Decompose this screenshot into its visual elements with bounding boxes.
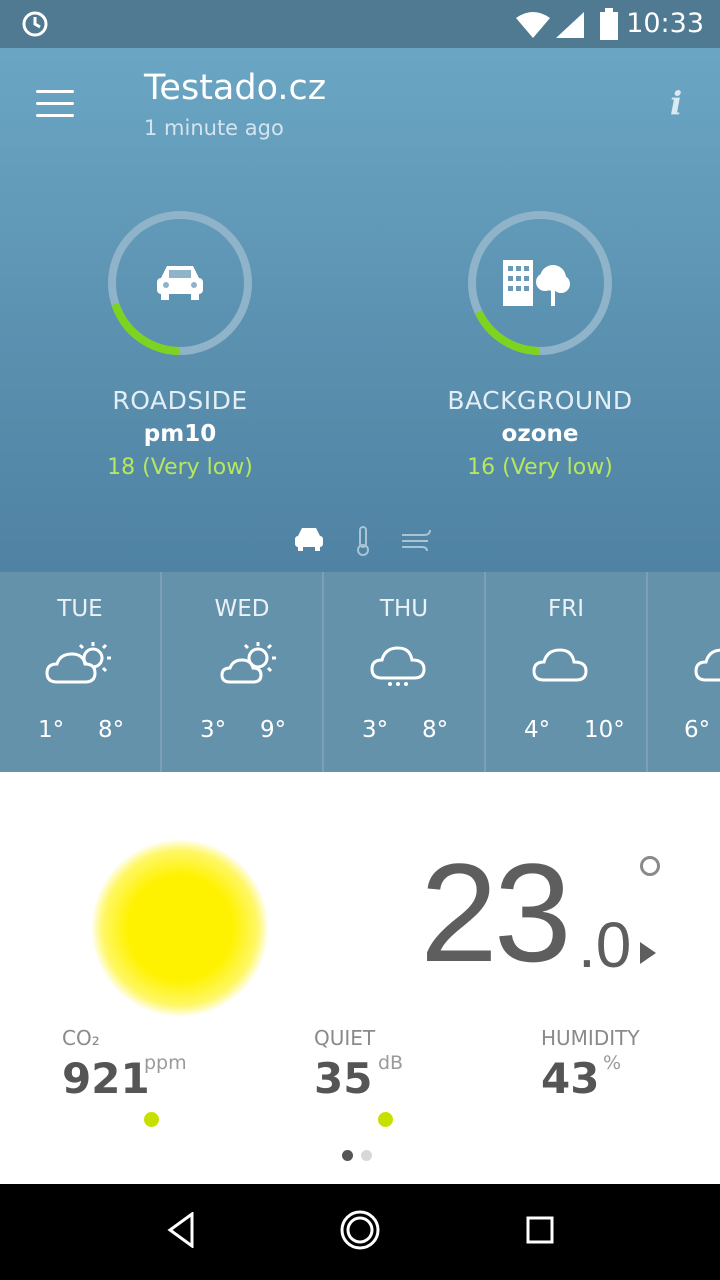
gauge-level: 16 (Very low) — [467, 455, 613, 480]
wind-icon[interactable] — [400, 526, 434, 556]
forecast-day[interactable]: FRI 4° 10° — [486, 572, 648, 772]
partly-sunny-icon — [220, 640, 282, 692]
metric-label: CO₂ — [62, 1026, 100, 1050]
metric-label: QUIET — [314, 1026, 376, 1050]
recents-icon[interactable] — [526, 1216, 554, 1248]
day-name: THU — [379, 596, 429, 622]
low-temp: 4° — [524, 717, 551, 743]
clock-time: 10:33 — [626, 8, 704, 39]
car-icon — [157, 266, 203, 300]
metric-label: HUMIDITY — [541, 1026, 640, 1050]
navigation-bar — [0, 1184, 720, 1280]
humidity-metric[interactable]: HUMIDITY 43 % — [541, 1026, 640, 1103]
cloudy-icon — [532, 640, 592, 692]
forecast-day[interactable]: WED 3° 9° — [162, 572, 324, 772]
day-name: FRI — [548, 596, 584, 622]
low-temp: 3° — [362, 717, 389, 743]
gauge-category: BACKGROUND — [447, 386, 633, 415]
page-indicator — [342, 1146, 380, 1165]
metric-value: 921 — [62, 1054, 150, 1103]
noise-metric[interactable]: QUIET 35 dB — [314, 1026, 403, 1127]
roadside-ring — [108, 211, 252, 355]
cloudy-icon — [694, 640, 720, 692]
status-dot — [378, 1112, 393, 1127]
forecast-day[interactable]: S 6° — [648, 572, 720, 772]
building-tree-icon — [503, 260, 570, 306]
metric-unit: ppm — [144, 1052, 187, 1074]
last-updated: 1 minute ago — [144, 116, 284, 140]
forecast-strip[interactable]: TUE 1° 8° WED 3° 9° THU 3° 8° FRI 4° 10°… — [0, 572, 720, 772]
panel-switcher — [0, 526, 720, 556]
page-title: Testado.cz — [144, 68, 327, 108]
gauge-pollutant: ozone — [501, 421, 579, 447]
forecast-day[interactable]: THU 3° 8° — [324, 572, 486, 772]
info-icon[interactable]: i — [670, 84, 682, 122]
drizzle-icon — [370, 640, 430, 692]
day-name: TUE — [57, 596, 103, 622]
high-temp: 10° — [584, 717, 625, 743]
gauge-level: 18 (Very low) — [107, 455, 253, 480]
metric-unit: dB — [378, 1052, 404, 1074]
metric-value: 43 — [541, 1054, 600, 1103]
low-temp: 6° — [684, 717, 711, 743]
low-temp: 3° — [200, 717, 227, 743]
high-temp: 9° — [260, 717, 287, 743]
home-icon[interactable] — [340, 1210, 380, 1254]
day-name: WED — [214, 596, 270, 622]
wifi-icon — [516, 12, 550, 42]
back-icon[interactable] — [166, 1211, 196, 1252]
metric-value: 35 — [314, 1054, 373, 1103]
indoor-temperature-decimal: .0 — [578, 909, 632, 981]
metric-unit: % — [603, 1052, 622, 1074]
day-name: S — [648, 596, 720, 622]
play-arrow-icon[interactable] — [640, 942, 656, 964]
co2-metric[interactable]: CO₂ 921 ppm — [62, 1026, 187, 1127]
roadside-gauge[interactable]: ROADSIDE pm10 18 (Very low) — [60, 208, 300, 480]
page-dot — [361, 1150, 372, 1161]
high-temp: 8° — [422, 717, 449, 743]
degree-icon — [640, 856, 660, 876]
status-bar: 10:33 — [0, 0, 720, 48]
hamburger-menu-icon[interactable] — [36, 90, 76, 118]
high-temp: 8° — [98, 717, 125, 743]
partly-cloudy-icon — [45, 640, 117, 692]
gauge-pollutant: pm10 — [143, 421, 217, 447]
signal-icon — [556, 12, 584, 42]
indoor-temperature: 23 — [420, 834, 572, 991]
car-icon[interactable] — [294, 526, 324, 556]
thermometer-icon[interactable] — [354, 526, 372, 560]
background-ring — [468, 211, 612, 355]
battery-icon — [600, 8, 618, 44]
page-dot-active — [342, 1150, 353, 1161]
sun-icon — [92, 840, 268, 1016]
status-dot — [144, 1112, 159, 1127]
alarm-icon — [20, 8, 50, 42]
low-temp: 1° — [38, 717, 65, 743]
outdoor-air-panel: Testado.cz 1 minute ago i ROADSIDE pm10 … — [0, 48, 720, 572]
gauge-category: ROADSIDE — [112, 386, 248, 415]
background-gauge[interactable]: BACKGROUND ozone 16 (Very low) — [420, 208, 660, 480]
indoor-panel: 23 .0 CO₂ 921 ppm QUIET 35 dB HUMIDITY 4… — [0, 772, 720, 1184]
forecast-day[interactable]: TUE 1° 8° — [0, 572, 162, 772]
